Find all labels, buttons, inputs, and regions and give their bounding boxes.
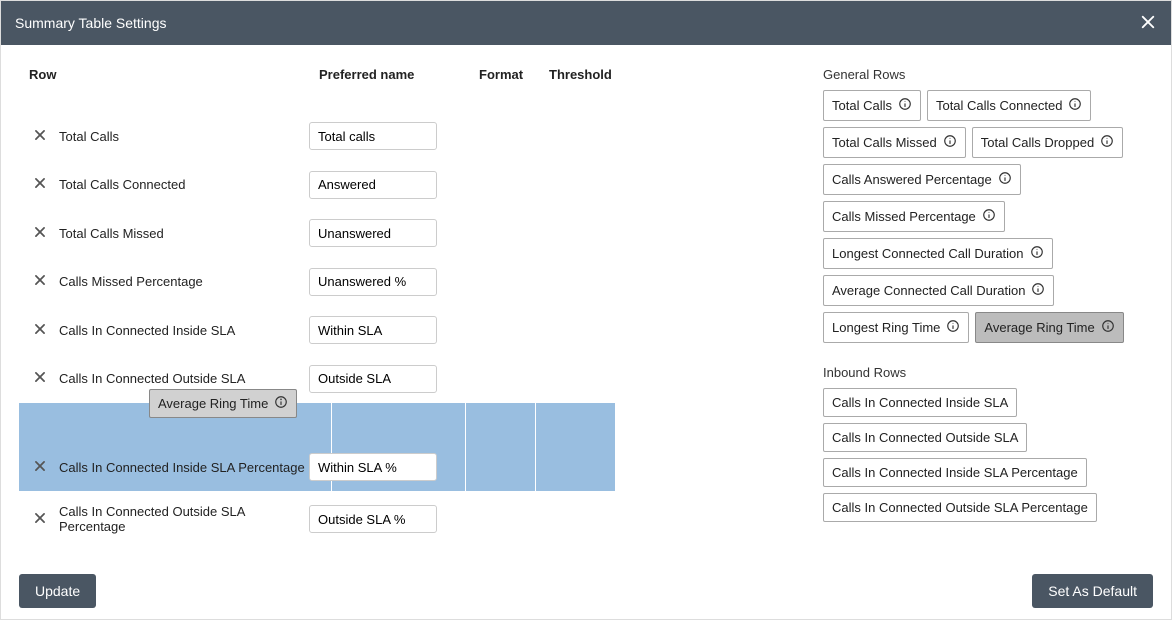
inbound-chips: Calls In Connected Inside SLA Calls In Co… — [823, 388, 1153, 522]
table-row[interactable]: Calls Missed Percentage — [19, 258, 819, 307]
drop-target[interactable]: Average Ring Time Calls In Connected Ins… — [19, 403, 615, 491]
table-row[interactable]: Calls In Connected Inside SLA — [19, 306, 819, 355]
remove-row-button[interactable] — [33, 511, 59, 528]
remove-row-button[interactable] — [33, 128, 59, 145]
info-icon[interactable] — [1101, 319, 1115, 336]
available-row-chip[interactable]: Calls In Connected Outside SLA — [823, 423, 1027, 452]
remove-row-button[interactable] — [33, 273, 59, 290]
remove-row-button[interactable] — [33, 322, 59, 339]
drag-chip[interactable]: Average Ring Time — [149, 389, 297, 418]
available-row-chip[interactable]: Longest Connected Call Duration — [823, 238, 1053, 269]
update-button[interactable]: Update — [19, 574, 96, 608]
info-icon[interactable] — [1030, 245, 1044, 262]
general-chips: Total Calls Total Calls Connected Total Ca… — [823, 90, 1153, 343]
available-row-chip[interactable]: Calls Missed Percentage — [823, 201, 1005, 232]
available-row-chip[interactable]: Total Calls Dropped — [972, 127, 1123, 158]
remove-row-button[interactable] — [33, 176, 59, 193]
row-label: Calls In Connected Inside SLA — [59, 323, 309, 338]
available-row-chip[interactable]: Longest Ring Time — [823, 312, 969, 343]
available-row-chip[interactable]: Total Calls — [823, 90, 921, 121]
remove-row-button[interactable] — [33, 225, 59, 242]
chip-label: Total Calls — [832, 98, 892, 113]
right-panel: General Rows Total Calls Total Calls Conn… — [819, 67, 1153, 619]
general-rows-title: General Rows — [823, 67, 1153, 82]
chip-label: Calls Answered Percentage — [832, 172, 992, 187]
row-label: Total Calls Missed — [59, 226, 309, 241]
chip-label: Calls In Connected Inside SLA — [832, 395, 1008, 410]
chip-label: Total Calls Missed — [832, 135, 937, 150]
available-row-chip[interactable]: Calls In Connected Inside SLA — [823, 388, 1017, 417]
remove-row-button[interactable] — [33, 370, 59, 387]
row-label: Total Calls — [59, 129, 309, 144]
row-label: Calls In Connected Outside SLA — [59, 371, 309, 386]
chip-label: Calls In Connected Inside SLA Percentage — [832, 465, 1078, 480]
available-row-chip[interactable]: Average Connected Call Duration — [823, 275, 1054, 306]
available-row-chip[interactable]: Average Ring Time — [975, 312, 1123, 343]
dialog-title: Summary Table Settings — [15, 15, 166, 31]
chip-label: Calls Missed Percentage — [832, 209, 976, 224]
table-row[interactable]: Total Calls Connected — [19, 161, 819, 210]
preferred-name-input[interactable] — [309, 219, 437, 247]
preferred-name-input[interactable] — [309, 453, 437, 481]
col-header-threshold: Threshold — [549, 67, 629, 82]
col-header-row: Row — [29, 67, 319, 82]
dialog-header: Summary Table Settings — [1, 1, 1171, 45]
remove-row-button[interactable] — [33, 459, 59, 476]
preferred-name-input[interactable] — [309, 316, 437, 344]
columns-header: Row Preferred name Format Threshold — [19, 67, 819, 82]
inbound-rows-title: Inbound Rows — [823, 365, 1153, 380]
available-row-chip[interactable]: Calls In Connected Inside SLA Percentage — [823, 458, 1087, 487]
info-icon[interactable] — [1031, 282, 1045, 299]
chip-label: Average Connected Call Duration — [832, 283, 1025, 298]
chip-label: Average Ring Time — [984, 320, 1094, 335]
table-row[interactable]: Total Calls Missed — [19, 209, 819, 258]
row-label: Calls In Connected Outside SLA Percentag… — [59, 504, 309, 534]
chip-label: Calls In Connected Outside SLA Percentag… — [832, 500, 1088, 515]
col-header-format: Format — [479, 67, 549, 82]
preferred-name-input[interactable] — [309, 268, 437, 296]
set-default-button[interactable]: Set As Default — [1032, 574, 1153, 608]
table-row[interactable]: Calls In Connected Outside SLA Percentag… — [19, 491, 819, 547]
available-row-chip[interactable]: Calls In Connected Outside SLA Percentag… — [823, 493, 1097, 522]
chip-label: Total Calls Connected — [936, 98, 1062, 113]
info-icon[interactable] — [1068, 97, 1082, 114]
chip-label: Calls In Connected Outside SLA — [832, 430, 1018, 445]
row-label: Total Calls Connected — [59, 177, 309, 192]
chip-label: Longest Connected Call Duration — [832, 246, 1024, 261]
chip-label: Longest Ring Time — [832, 320, 940, 335]
available-row-chip[interactable]: Total Calls Missed — [823, 127, 966, 158]
close-button[interactable] — [1139, 13, 1157, 34]
row-label: Calls In Connected Inside SLA Percentage — [59, 460, 309, 475]
col-header-preferred: Preferred name — [319, 67, 479, 82]
summary-table-settings-dialog: Summary Table Settings Row Preferred nam… — [0, 0, 1172, 620]
drag-chip-label: Average Ring Time — [158, 396, 268, 411]
row-label: Calls Missed Percentage — [59, 274, 309, 289]
left-panel: Row Preferred name Format Threshold Tota… — [19, 67, 819, 619]
available-row-chip[interactable]: Total Calls Connected — [927, 90, 1091, 121]
preferred-name-input[interactable] — [309, 171, 437, 199]
table-row[interactable]: Calls In Connected Outside SLA — [19, 355, 819, 404]
info-icon[interactable] — [998, 171, 1012, 188]
info-icon[interactable] — [982, 208, 996, 225]
preferred-name-input[interactable] — [309, 122, 437, 150]
preferred-name-input[interactable] — [309, 505, 437, 533]
table-row[interactable]: Calls In Connected Inside SLA Percentage — [19, 443, 615, 491]
chip-label: Total Calls Dropped — [981, 135, 1094, 150]
rows-list: Total Calls Total Calls Connected Total … — [19, 112, 819, 547]
info-icon — [274, 395, 288, 412]
info-icon[interactable] — [943, 134, 957, 151]
table-row[interactable]: Total Calls — [19, 112, 819, 161]
info-icon[interactable] — [946, 319, 960, 336]
preferred-name-input[interactable] — [309, 365, 437, 393]
available-row-chip[interactable]: Calls Answered Percentage — [823, 164, 1021, 195]
dialog-footer: Update Set As Default — [1, 563, 1171, 619]
info-icon[interactable] — [1100, 134, 1114, 151]
info-icon[interactable] — [898, 97, 912, 114]
